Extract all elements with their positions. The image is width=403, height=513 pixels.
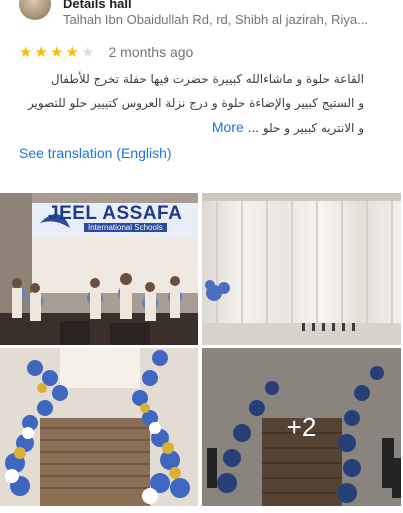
star-filled-icon: ★ <box>65 43 79 61</box>
star-empty-icon: ★ <box>81 43 95 61</box>
star-filled-icon: ★ <box>34 43 48 61</box>
star-filled-icon: ★ <box>50 43 64 61</box>
review-photo-1[interactable]: JEEL ASSAFA International Schools <box>0 193 198 345</box>
photo-gallery: JEEL ASSAFA International Schools +2 <box>0 193 403 513</box>
review-text: القاعة حلوة و ماشاءالله كبييرة حضرت فيها… <box>19 67 364 140</box>
see-translation-link[interactable]: See translation (English) <box>19 145 172 161</box>
review-photo-3[interactable] <box>0 348 198 506</box>
review-line-3-wrap: و الانتريه كبيير و حلو ... More <box>19 115 364 140</box>
place-name[interactable]: Details hall <box>63 0 132 11</box>
review-line-1: القاعة حلوة و ماشاءالله كبييرة حضرت فيها… <box>50 72 364 86</box>
review-photo-2[interactable] <box>202 193 401 345</box>
banner-title: JEEL ASSAFA <box>48 203 183 224</box>
place-address: Talhah Ibn Obaidullah Rd, rd, Shibh al j… <box>63 12 368 27</box>
review-line-2: و الستيج كبيير والإضاءة حلوة و درج نزلة … <box>27 96 364 110</box>
curtain-photo-image <box>202 193 401 345</box>
staircase-photo-image <box>0 348 198 506</box>
star-filled-icon: ★ <box>19 43 33 61</box>
star-rating: ★ ★ ★ ★ ★ <box>19 45 97 60</box>
reviewer-avatar[interactable] <box>19 0 51 20</box>
banner-subtitle: International Schools <box>84 223 167 232</box>
review-time: 2 months ago <box>108 44 194 60</box>
rating-row: ★ ★ ★ ★ ★ 2 months ago <box>19 43 193 61</box>
review-photo-4[interactable]: +2 <box>202 348 401 506</box>
more-link[interactable]: More <box>212 119 244 135</box>
more-photos-count: +2 <box>286 411 317 442</box>
review-line-3: و الانتريه كبيير و حلو ... <box>247 121 364 135</box>
